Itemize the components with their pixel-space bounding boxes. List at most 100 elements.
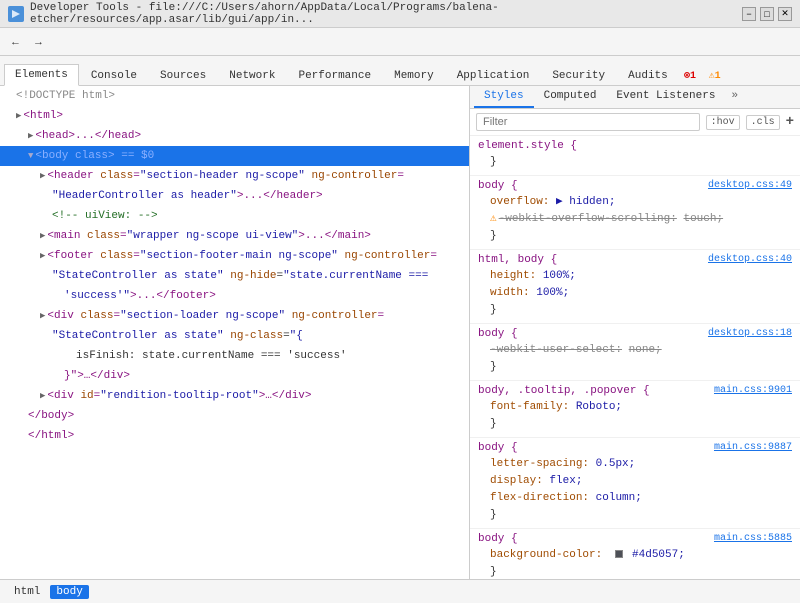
css-closing-brace: }: [478, 416, 792, 433]
div-close-tag: }">…</div>: [64, 370, 130, 382]
css-rule-body-4: body { main.css:5885 background-color: #…: [470, 529, 800, 579]
body-line[interactable]: ▼<body class> == $0: [0, 146, 469, 166]
html-close-tag: </html>: [28, 430, 74, 442]
tab-network[interactable]: Network: [218, 65, 286, 86]
div-loader-tag: <div class="section-loader ng-scope" ng-…: [47, 310, 384, 322]
error-count-badge: ⊗ 1: [684, 70, 696, 82]
expand-icon[interactable]: ▶: [40, 231, 45, 241]
css-rule-element-style: element.style { }: [470, 136, 800, 176]
comment-line[interactable]: <!-- uiView: -->: [0, 206, 469, 226]
minimize-button[interactable]: −: [742, 7, 756, 21]
isfinish-line[interactable]: isFinish: state.currentName === 'success…: [0, 346, 469, 366]
tab-application[interactable]: Application: [446, 65, 541, 86]
tooltip-line[interactable]: ▶<div id="rendition-tooltip-root">…</div…: [0, 386, 469, 406]
expand-icon[interactable]: ▶: [40, 311, 45, 321]
sub-tab-event-listeners[interactable]: Event Listeners: [606, 86, 725, 108]
div-loader-line[interactable]: ▶<div class="section-loader ng-scope" ng…: [0, 306, 469, 326]
css-selector: html, body { desktop.css:40: [478, 254, 792, 266]
head-line[interactable]: ▶<head>...</head>: [0, 126, 469, 146]
footer-cont-line[interactable]: "StateController as state" ng-hide="stat…: [0, 266, 469, 286]
hov-pseudo-button[interactable]: :hov: [706, 115, 740, 130]
css-closing-brace: }: [478, 507, 792, 524]
tooltip-tag: <div id="rendition-tooltip-root">…</div>: [47, 390, 311, 402]
warning-count-badge: ⚠ 1: [709, 70, 721, 82]
expand-icon[interactable]: ▶: [16, 111, 21, 121]
css-rule-body-tooltip: body, .tooltip, .popover { main.css:9901…: [470, 381, 800, 438]
css-closing-brace: }: [478, 359, 792, 376]
tab-security[interactable]: Security: [541, 65, 616, 86]
status-html[interactable]: html: [8, 585, 46, 599]
main-line[interactable]: ▶<main class="wrapper ng-scope ui-view">…: [0, 226, 469, 246]
add-style-button[interactable]: +: [786, 114, 794, 130]
isfinish-text: isFinish: state.currentName === 'success…: [76, 350, 347, 362]
body-close-line[interactable]: </body>: [0, 406, 469, 426]
html-close-line[interactable]: </html>: [0, 426, 469, 446]
css-prop-webkit-overflow: ⚠-webkit-overflow-scrolling: touch;: [478, 211, 792, 228]
css-closing-brace: }: [478, 228, 792, 245]
html-root-line[interactable]: ▶<html>: [0, 106, 469, 126]
back-button[interactable]: ←: [4, 34, 27, 50]
expand-icon[interactable]: ▶: [40, 391, 45, 401]
source-link[interactable]: desktop.css:40: [708, 254, 792, 266]
css-prop-width: width: 100%;: [478, 285, 792, 302]
css-prop-display: display: flex;: [478, 473, 792, 490]
main-layout: <!DOCTYPE html> ▶<html> ▶<head>...</head…: [0, 86, 800, 579]
source-link[interactable]: desktop.css:49: [708, 180, 792, 192]
window-controls: − □ ✕: [742, 7, 792, 21]
footer-tag: <footer class="section-footer-main ng-sc…: [47, 250, 437, 262]
footer-line[interactable]: ▶<footer class="section-footer-main ng-s…: [0, 246, 469, 266]
expand-icon[interactable]: ▶: [40, 251, 45, 261]
source-link[interactable]: desktop.css:18: [708, 328, 792, 340]
close-button[interactable]: ✕: [778, 7, 792, 21]
head-tag: <head>...</head>: [35, 130, 141, 142]
title-bar-text: Developer Tools - file:///C:/Users/ahorn…: [30, 2, 742, 26]
selector-text: body {: [478, 328, 518, 340]
tab-console[interactable]: Console: [80, 65, 148, 86]
forward-button[interactable]: →: [27, 34, 50, 50]
source-link[interactable]: main.css:9901: [714, 385, 792, 397]
color-swatch[interactable]: [615, 550, 623, 558]
more-tabs-button[interactable]: »: [725, 86, 744, 108]
header-attr-value: "HeaderController as header">...</header…: [52, 190, 323, 202]
sub-tab-computed[interactable]: Computed: [534, 86, 607, 108]
filter-input[interactable]: [476, 113, 700, 131]
div-loader-cont-line[interactable]: "StateController as state" ng-class="{: [0, 326, 469, 346]
css-prop-overflow: overflow: ▶ hidden;: [478, 194, 792, 211]
footer-attr-text: "StateController as state" ng-hide="stat…: [52, 270, 428, 282]
cls-pseudo-button[interactable]: .cls: [746, 115, 780, 130]
source-link[interactable]: main.css:5885: [714, 533, 792, 545]
css-closing-brace: }: [478, 302, 792, 319]
body-close-tag: </body>: [28, 410, 74, 422]
expand-icon[interactable]: ▶: [28, 131, 33, 141]
expand-icon[interactable]: ▼: [28, 151, 33, 161]
tab-sources[interactable]: Sources: [149, 65, 217, 86]
tab-memory[interactable]: Memory: [383, 65, 445, 86]
title-bar: Developer Tools - file:///C:/Users/ahorn…: [0, 0, 800, 28]
source-link[interactable]: main.css:9887: [714, 442, 792, 454]
status-body[interactable]: body: [50, 585, 88, 599]
selector-text: body {: [478, 442, 518, 454]
sub-tab-bar: Styles Computed Event Listeners »: [470, 86, 800, 109]
html-tag: <html>: [23, 110, 63, 122]
header-cont-line[interactable]: "HeaderController as header">...</header…: [0, 186, 469, 206]
header-line[interactable]: ▶<header class="section-header ng-scope"…: [0, 166, 469, 186]
devtools-icon: [8, 6, 24, 22]
toolbar: ← →: [0, 28, 800, 56]
div-close-line[interactable]: }">…</div>: [0, 366, 469, 386]
expand-icon[interactable]: ▶: [40, 171, 45, 181]
body-tag: <body class> == $0: [35, 150, 154, 162]
tab-elements[interactable]: Elements: [4, 64, 79, 86]
footer-success-line[interactable]: 'success'">...</footer>: [0, 286, 469, 306]
html-doctype-line[interactable]: <!DOCTYPE html>: [0, 86, 469, 106]
div-loader-attr: "StateController as state" ng-class="{: [52, 330, 303, 342]
tab-performance[interactable]: Performance: [287, 65, 382, 86]
maximize-button[interactable]: □: [760, 7, 774, 21]
css-prop-webkit-user-select: -webkit-user-select: none;: [478, 342, 792, 359]
tab-audits[interactable]: Audits ⊗ 1 ⚠ 1: [617, 65, 732, 86]
css-selector: body { desktop.css:18: [478, 328, 792, 340]
css-rule-body-2: body { desktop.css:18 -webkit-user-selec…: [470, 324, 800, 381]
header-tag: <header class="section-header ng-scope" …: [47, 170, 404, 182]
sub-tab-styles[interactable]: Styles: [474, 86, 534, 108]
doctype-text: <!DOCTYPE html>: [16, 90, 115, 102]
css-closing-brace: }: [478, 154, 792, 171]
